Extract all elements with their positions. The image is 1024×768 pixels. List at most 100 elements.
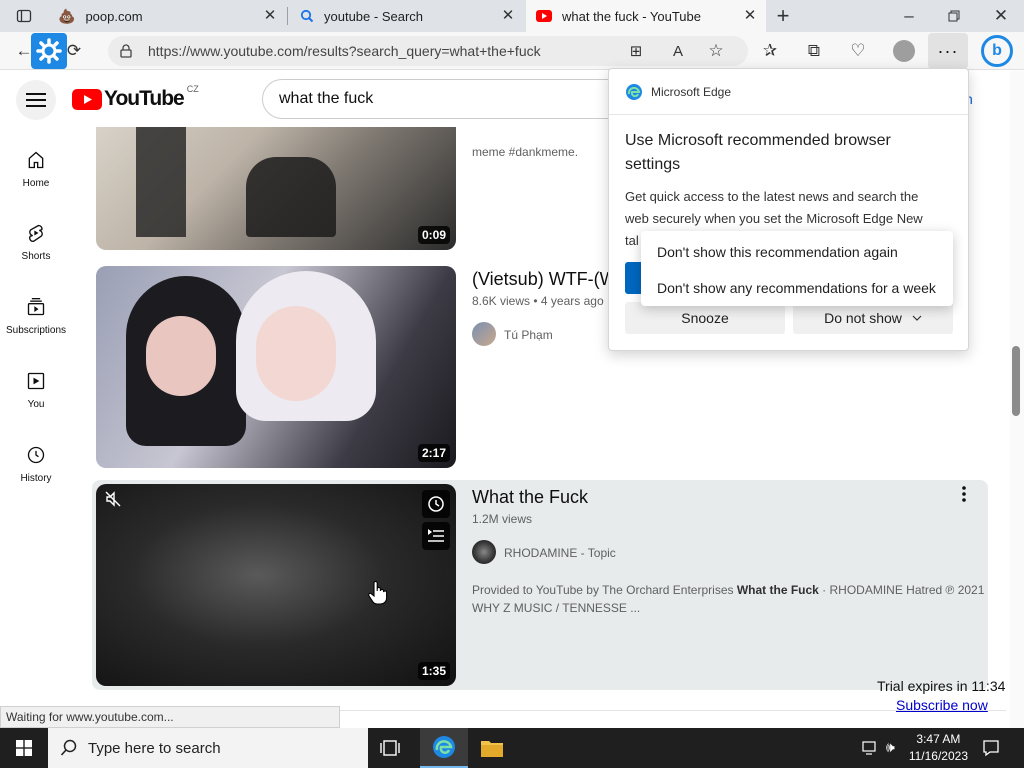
refresh-icon[interactable]: ⟳ — [60, 37, 88, 65]
close-window-icon[interactable]: ✕ — [987, 2, 1015, 30]
video-title[interactable]: What the Fuck — [472, 487, 588, 508]
youtube-logo[interactable]: YouTube CZ — [72, 84, 199, 111]
restore-icon[interactable] — [940, 2, 968, 30]
guide-item-subscriptions[interactable]: Subscriptions — [0, 297, 72, 336]
add-to-queue-button[interactable] — [422, 522, 450, 550]
home-icon — [28, 151, 44, 169]
more-menu-button[interactable]: ··· — [928, 33, 968, 69]
edge-logo-icon — [433, 736, 455, 758]
read-aloud-icon[interactable]: A — [664, 37, 692, 65]
dont-show-week-option[interactable]: Don't show any recommendations for a wee… — [657, 280, 936, 296]
tab-actions-icon[interactable] — [10, 2, 38, 30]
file-explorer-icon[interactable] — [480, 737, 504, 764]
browser-essentials-icon[interactable]: ♡ — [844, 37, 872, 65]
guide-label: Home — [22, 178, 50, 189]
history-icon — [27, 446, 45, 464]
channel-avatar[interactable] — [472, 322, 496, 346]
taskbar-clock[interactable]: 3:47 AM 11/16/2023 — [909, 731, 968, 765]
channel-avatar[interactable] — [472, 540, 496, 564]
clock-time: 3:47 AM — [916, 732, 961, 746]
video-snippet: meme #dankmeme. — [472, 145, 579, 159]
video-thumbnail[interactable]: 2:17 — [96, 266, 456, 468]
more-actions-icon[interactable] — [958, 485, 970, 503]
video-duration: 2:17 — [417, 444, 450, 462]
guide-item-home[interactable]: Home — [0, 150, 72, 189]
video-title[interactable]: (Vietsub) WTF-(W — [472, 269, 617, 290]
description-text: Provided to YouTube by The Orchard Enter… — [472, 583, 737, 597]
collections-icon[interactable]: ⧉ — [800, 37, 828, 65]
scrollbar-thumb[interactable] — [1012, 346, 1020, 416]
search-query: what the fuck — [279, 90, 374, 107]
guide-label: History — [20, 473, 52, 484]
meta-dot: • — [533, 294, 541, 308]
description-text: WHY Z MUSIC / TENNESSE ... — [472, 601, 641, 615]
tab-poop[interactable]: 💩 poop.com ✕ — [48, 0, 286, 32]
snooze-button[interactable]: Snooze — [625, 302, 785, 334]
tab-title: poop.com — [85, 8, 143, 24]
popup-heading: Use Microsoft recommended browser settin… — [625, 132, 891, 173]
do-not-show-menu: Don't show this recommendation again Don… — [641, 231, 953, 306]
windows-taskbar: Type here to search 🕪 3:47 AM 11/16/2023 — [0, 728, 1024, 768]
browser-tab-strip: 💩 poop.com ✕ youtube - Search ✕ what the… — [0, 0, 1024, 32]
hand-cursor-icon — [368, 580, 388, 605]
ellipsis-icon: ··· — [937, 40, 959, 61]
favorites-icon[interactable]: ✰ — [756, 37, 784, 65]
new-tab-icon[interactable]: + — [769, 2, 797, 30]
edge-logo-icon — [626, 84, 642, 100]
minimize-icon[interactable]: – — [895, 2, 923, 30]
profile-avatar[interactable] — [893, 40, 915, 62]
taskbar-search-placeholder: Type here to search — [88, 740, 221, 757]
upload-age: 4 years ago — [540, 294, 604, 308]
video-thumbnail[interactable]: 0:09 — [96, 127, 456, 250]
tab-title: youtube - Search — [324, 8, 424, 24]
guide-menu-button[interactable] — [16, 80, 56, 120]
copilot-icon[interactable]: b — [981, 35, 1013, 67]
youtube-logo-icon — [72, 88, 102, 110]
video-thumbnail[interactable]: 1:35 — [96, 484, 456, 686]
close-tab-icon[interactable]: ✕ — [742, 8, 758, 24]
snooze-label: Snooze — [681, 310, 729, 326]
search-icon — [60, 739, 77, 756]
start-button[interactable] — [0, 728, 48, 768]
volume-icon[interactable]: 🕪 — [886, 739, 895, 756]
channel-name[interactable]: Tú Phạm — [504, 328, 553, 342]
region-code: CZ — [186, 84, 199, 94]
do-not-show-label: Do not show — [824, 310, 902, 326]
windows-logo-icon — [16, 740, 32, 756]
view-count: 1.2M views — [472, 512, 533, 526]
guide-item-history[interactable]: History — [0, 445, 72, 484]
queue-icon — [428, 529, 444, 542]
taskbar-search-box[interactable]: Type here to search — [48, 728, 368, 768]
app-available-icon[interactable]: ⊞ — [622, 37, 650, 65]
mute-icon[interactable] — [104, 490, 122, 508]
dont-show-again-option[interactable]: Don't show this recommendation again — [657, 244, 898, 260]
video-description: Provided to YouTube by The Orchard Enter… — [472, 581, 984, 617]
do-not-show-button[interactable]: Do not show — [793, 302, 953, 334]
browser-status-bar: Waiting for www.youtube.com... — [0, 706, 340, 728]
lock-icon — [120, 44, 132, 58]
edge-taskbar-app[interactable] — [420, 728, 468, 768]
shorts-icon — [29, 224, 43, 242]
guide-item-shorts[interactable]: Shorts — [0, 223, 72, 262]
clock-date: 11/16/2023 — [908, 749, 968, 763]
video-duration: 1:35 — [417, 662, 450, 680]
close-tab-icon[interactable]: ✕ — [262, 8, 278, 24]
thumbnail-image — [246, 157, 336, 237]
search-favicon-icon — [300, 9, 314, 23]
task-view-icon[interactable] — [380, 738, 404, 758]
body-line: Get quick access to the latest news and … — [625, 189, 919, 204]
network-icon[interactable] — [862, 740, 880, 761]
guide-item-you[interactable]: You — [0, 371, 72, 410]
trial-expiry-text: Trial expires in 11:34 — [877, 678, 1006, 694]
address-bar[interactable]: https://www.youtube.com/results?search_q… — [108, 36, 748, 66]
youtube-favicon-icon — [536, 10, 552, 22]
channel-name[interactable]: RHODAMINE - Topic — [504, 546, 616, 560]
tab-youtube-video[interactable]: what the fuck - YouTube ✕ — [526, 0, 766, 32]
tab-youtube-search[interactable]: youtube - Search ✕ — [290, 0, 524, 32]
notifications-icon[interactable] — [982, 739, 1000, 762]
close-tab-icon[interactable]: ✕ — [500, 8, 516, 24]
watch-later-button[interactable] — [422, 490, 450, 518]
video-duration: 0:09 — [417, 226, 450, 244]
favorite-star-icon[interactable]: ☆ — [702, 37, 730, 65]
tab-title: what the fuck - YouTube — [562, 8, 702, 24]
